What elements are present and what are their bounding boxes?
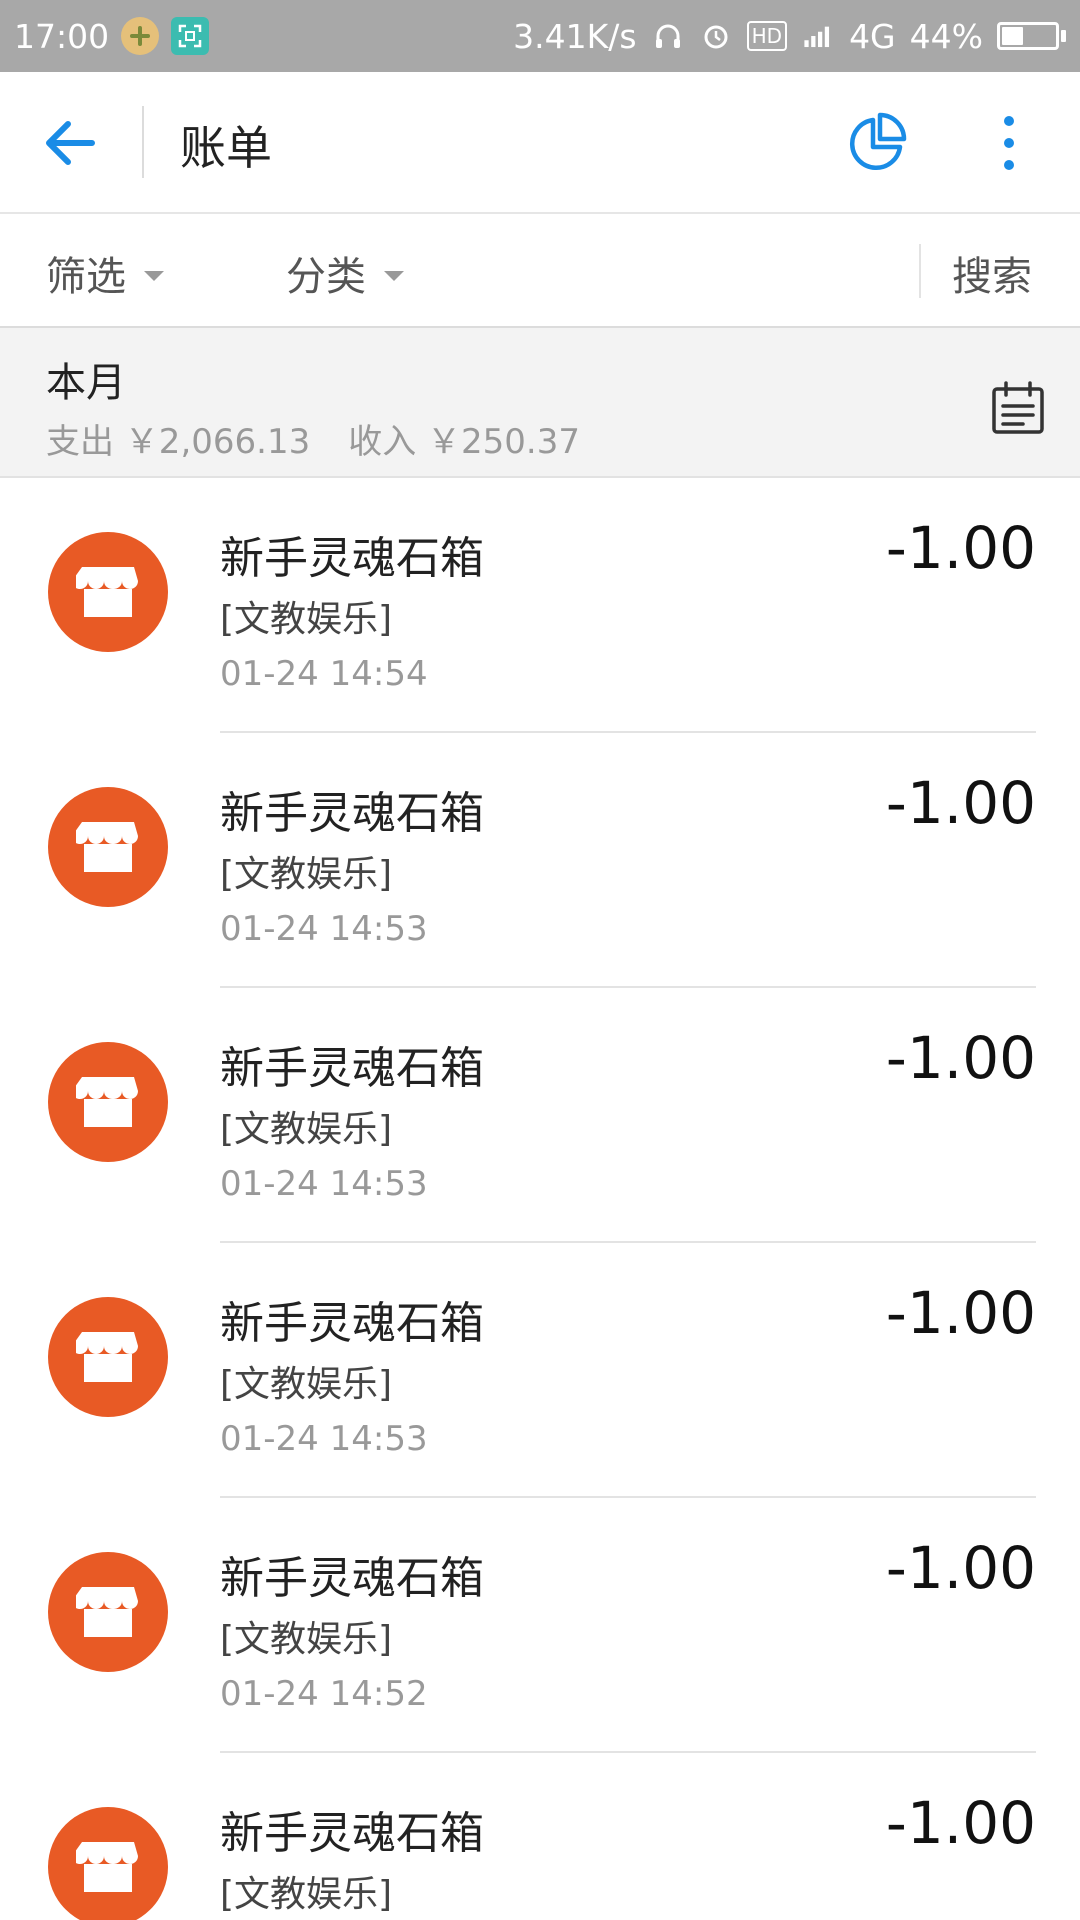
battery-icon (997, 22, 1066, 50)
filter-label: 筛选 (46, 254, 126, 300)
bill-amount: -1.00 (885, 1279, 1036, 1347)
filter-divider (919, 244, 921, 298)
month-title: 本月 (46, 360, 126, 406)
bill-time: 01-24 14:53 (220, 1419, 428, 1459)
statistics-button[interactable] (846, 112, 908, 174)
app-notification-icon (121, 17, 160, 55)
bill-time: 01-24 14:54 (220, 654, 428, 694)
status-bar-right: 3.41K/s HD 4G 44% (513, 17, 1066, 56)
category-dropdown[interactable]: 分类 (286, 244, 404, 302)
bill-category: [文教娱乐] (220, 1619, 393, 1660)
app-bar-divider (142, 106, 144, 178)
page-title: 账单 (180, 121, 272, 175)
arrow-left-icon (46, 121, 95, 165)
alarm-icon (699, 19, 733, 53)
bill-category: [文教娱乐] (220, 599, 393, 640)
more-options-button[interactable] (988, 112, 1030, 174)
bill-time: 01-24 14:53 (220, 1164, 428, 1204)
bill-name: 新手灵魂石箱 (220, 788, 484, 839)
status-bar-left: 17:00 (14, 16, 210, 56)
bill-amount: -1.00 (885, 1789, 1036, 1857)
bill-amount: -1.00 (885, 1024, 1036, 1092)
category-label: 分类 (286, 254, 366, 300)
bill-name: 新手灵魂石箱 (220, 1043, 484, 1094)
bill-time: 01-24 14:53 (220, 909, 428, 949)
bill-amount: -1.00 (885, 769, 1036, 837)
search-button[interactable]: 搜索 (952, 244, 1032, 302)
battery-fill (1002, 27, 1023, 45)
filter-bar: 筛选 分类 搜索 (0, 214, 1080, 328)
bill-amount: -1.00 (885, 514, 1036, 582)
bill-name: 新手灵魂石箱 (220, 1298, 484, 1349)
bill-list: 新手灵魂石箱 [文教娱乐] 01-24 14:54 -1.00 新手灵魂石箱 [文教娱乐]… (0, 478, 1080, 1920)
bill-category: [文教娱乐] (220, 1109, 393, 1150)
filter-dropdown[interactable]: 筛选 (46, 244, 164, 302)
bill-category: [文教娱乐] (220, 1874, 393, 1915)
battery-percent: 44% (909, 16, 983, 56)
calendar-icon (992, 381, 1044, 434)
bill-amount: -1.00 (885, 1534, 1036, 1602)
income-total: 收入 ￥250.37 (348, 422, 580, 462)
caret-down-icon (384, 271, 404, 281)
month-summary: 本月 支出 ￥2,066.13 收入 ￥250.37 (0, 328, 1080, 478)
store-icon (48, 532, 168, 652)
signal-icon (801, 19, 835, 53)
bill-name: 新手灵魂石箱 (220, 1808, 484, 1859)
scan-notification-icon (171, 17, 210, 55)
bill-name: 新手灵魂石箱 (220, 1553, 484, 1604)
store-icon (48, 1042, 168, 1162)
expense-total: 支出 ￥2,066.13 (46, 422, 311, 462)
back-button[interactable] (40, 116, 100, 170)
caret-down-icon (144, 271, 164, 281)
bill-screen: 17:00 3.41K/s HD 4G 44% 账单 筛选 分类 搜索 本月 支… (0, 0, 1080, 1920)
bill-time: 01-24 14:52 (220, 1674, 428, 1714)
headphones-icon (651, 19, 685, 53)
pie-chart-icon (849, 112, 907, 171)
hd-badge: HD (746, 21, 788, 51)
bill-row[interactable]: 新手灵魂石箱 [文教娱乐] 01-24 14:53 -1.00 (0, 988, 1080, 1243)
bill-row[interactable]: 新手灵魂石箱 [文教娱乐] 01-24 14:52 -1.00 (0, 1498, 1080, 1753)
bill-category: [文教娱乐] (220, 854, 393, 895)
bill-row[interactable]: 新手灵魂石箱 [文教娱乐] -1.00 (0, 1753, 1080, 1920)
status-bar: 17:00 3.41K/s HD 4G 44% (0, 0, 1080, 72)
store-icon (48, 1297, 168, 1417)
status-time: 17:00 (14, 16, 110, 56)
bill-category: [文教娱乐] (220, 1364, 393, 1405)
network-type: 4G (849, 16, 896, 56)
bill-row[interactable]: 新手灵魂石箱 [文教娱乐] 01-24 14:54 -1.00 (0, 478, 1080, 733)
store-icon (48, 787, 168, 907)
network-speed: 3.41K/s (513, 16, 637, 56)
month-stats: 支出 ￥2,066.13 收入 ￥250.37 (46, 414, 580, 463)
store-icon (48, 1807, 168, 1920)
bill-row[interactable]: 新手灵魂石箱 [文教娱乐] 01-24 14:53 -1.00 (0, 733, 1080, 988)
bill-name: 新手灵魂石箱 (220, 533, 484, 584)
app-bar: 账单 (0, 72, 1080, 214)
more-vertical-icon (1004, 116, 1014, 126)
calendar-button[interactable] (990, 380, 1046, 436)
bill-row[interactable]: 新手灵魂石箱 [文教娱乐] 01-24 14:53 -1.00 (0, 1243, 1080, 1498)
store-icon (48, 1552, 168, 1672)
